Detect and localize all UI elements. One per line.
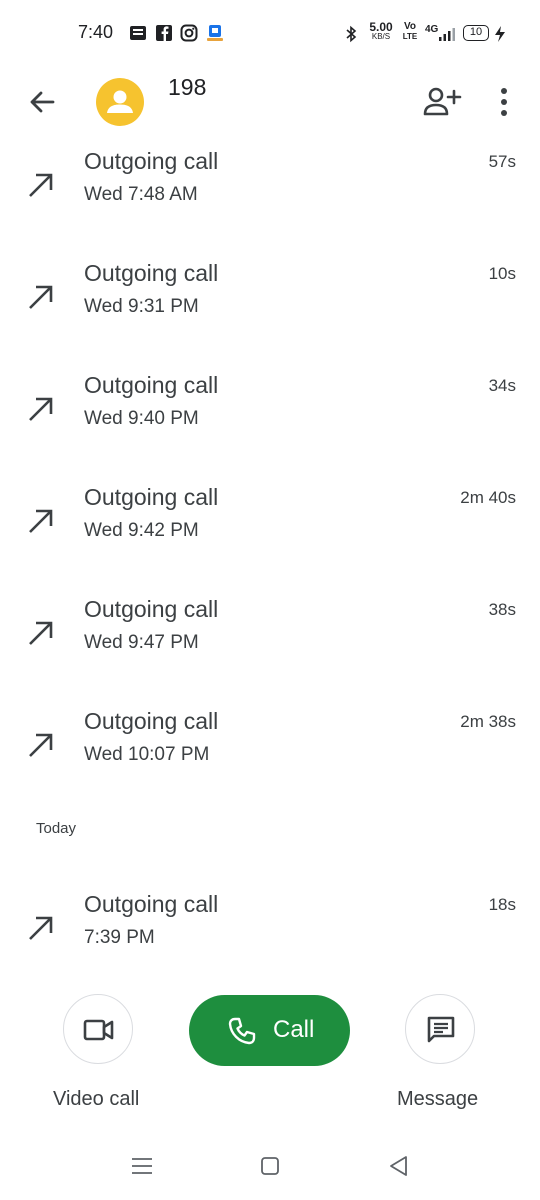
call-time: Wed 10:07 PM xyxy=(84,744,210,765)
outgoing-call-arrow-icon xyxy=(29,621,53,645)
outgoing-call-arrow-icon xyxy=(29,509,53,533)
call-row[interactable]: Outgoing call Wed 9:40 PM 34s xyxy=(0,372,540,468)
call-type: Outgoing call xyxy=(84,372,219,398)
avatar[interactable] xyxy=(96,78,144,126)
outgoing-call-arrow-icon xyxy=(29,916,53,940)
call-row[interactable]: Outgoing call Wed 9:47 PM 38s xyxy=(0,596,540,692)
section-header-today: Today xyxy=(36,820,77,837)
volte-top: Vo xyxy=(403,21,417,32)
call-row[interactable]: Outgoing call Wed 9:42 PM 2m 40s xyxy=(0,484,540,580)
call-time: Wed 7:48 AM xyxy=(84,184,198,205)
outgoing-call-arrow-icon xyxy=(29,397,53,421)
call-type: Outgoing call xyxy=(84,148,219,174)
network-speed-unit: KB/S xyxy=(371,32,391,41)
call-duration: 34s xyxy=(488,376,516,395)
outgoing-call-arrow-icon xyxy=(29,173,53,197)
call-row[interactable]: Outgoing call Wed 7:48 AM 57s xyxy=(0,148,540,244)
call-duration: 2m 38s xyxy=(460,712,516,731)
charging-bolt-icon xyxy=(495,26,505,42)
signal-icon xyxy=(439,28,455,41)
call-button[interactable]: Call xyxy=(189,995,350,1066)
call-duration: 38s xyxy=(488,600,516,619)
battery-level: 10 xyxy=(469,26,483,38)
video-call-button[interactable] xyxy=(63,994,133,1064)
home-icon[interactable] xyxy=(256,1152,284,1180)
network-speed: 5.00 KB/S xyxy=(368,20,394,44)
call-duration: 57s xyxy=(488,152,516,171)
call-type: Outgoing call xyxy=(84,260,219,286)
call-row[interactable]: Outgoing call Wed 10:07 PM 2m 38s xyxy=(0,708,540,804)
add-contact-icon[interactable] xyxy=(420,84,462,120)
video-camera-icon xyxy=(83,1019,114,1041)
message-icon xyxy=(427,1016,455,1043)
call-duration: 18s xyxy=(488,895,516,914)
call-row[interactable]: Outgoing call 7:39 PM 18s xyxy=(0,891,540,987)
call-row[interactable]: Outgoing call Wed 9:31 PM 10s xyxy=(0,260,540,356)
facebook-icon xyxy=(156,25,172,41)
video-call-label: Video call xyxy=(53,1088,140,1110)
person-icon xyxy=(107,90,133,113)
instagram-icon xyxy=(180,24,198,42)
call-time: Wed 9:42 PM xyxy=(84,520,199,541)
phone-icon xyxy=(228,1017,256,1045)
bluetooth-icon xyxy=(346,25,357,43)
news-app-icon xyxy=(130,26,146,40)
call-type: Outgoing call xyxy=(84,891,219,917)
call-duration: 10s xyxy=(488,264,516,283)
call-time: 7:39 PM xyxy=(84,927,155,948)
battery-icon: 10 xyxy=(463,25,489,41)
call-type: Outgoing call xyxy=(84,596,219,622)
call-time: Wed 9:40 PM xyxy=(84,408,199,429)
call-time: Wed 9:47 PM xyxy=(84,632,199,653)
call-label: Call xyxy=(273,1016,315,1043)
outgoing-call-arrow-icon xyxy=(29,285,53,309)
app-notification-icon xyxy=(207,25,223,41)
status-bar: 7:40 5.00 KB/S Vo LTE 4G 10 xyxy=(0,0,540,66)
recent-apps-icon[interactable] xyxy=(128,1152,156,1180)
outgoing-call-arrow-icon xyxy=(29,733,53,757)
message-label: Message xyxy=(397,1088,479,1110)
call-type: Outgoing call xyxy=(84,708,219,734)
call-duration: 2m 40s xyxy=(460,488,516,507)
call-type: Outgoing call xyxy=(84,484,219,510)
contact-name: 198 xyxy=(168,74,207,100)
call-time: Wed 9:31 PM xyxy=(84,296,199,317)
volte-indicator: Vo LTE xyxy=(399,22,421,44)
more-options-icon[interactable] xyxy=(492,84,516,120)
network-speed-value: 5.00 xyxy=(369,20,393,34)
volte-bottom: LTE xyxy=(402,32,418,41)
back-nav-icon[interactable] xyxy=(385,1152,413,1180)
back-arrow-icon[interactable] xyxy=(22,82,62,122)
message-button[interactable] xyxy=(405,994,475,1064)
network-type: 4G xyxy=(425,24,439,35)
status-time: 7:40 xyxy=(78,22,114,42)
